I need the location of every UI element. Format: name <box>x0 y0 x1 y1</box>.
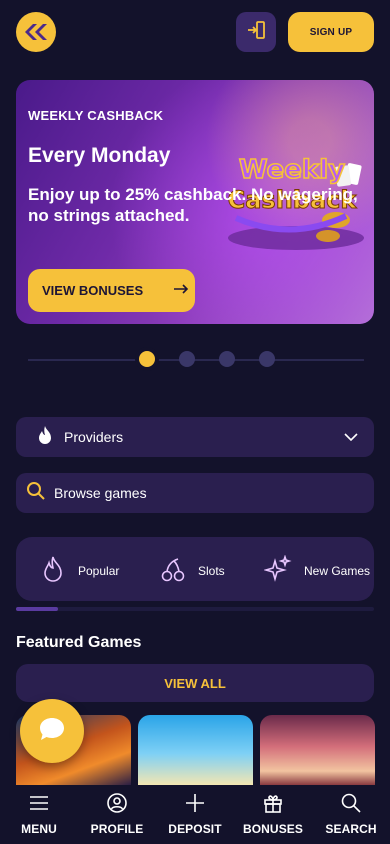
featured-games-title: Featured Games <box>16 634 142 651</box>
providers-label: Providers <box>64 429 124 445</box>
category-strip: Popular Slots New Games <box>16 537 374 601</box>
category-scrollbar-thumb[interactable] <box>16 607 58 611</box>
nav-menu[interactable]: MENU <box>3 793 75 836</box>
category-scrollbar[interactable] <box>16 607 374 611</box>
login-icon <box>245 19 267 46</box>
view-bonuses-label: VIEW BONUSES <box>42 283 144 298</box>
sparkles-icon <box>263 554 292 586</box>
banner-description: Enjoy up to 25% cashback. No wagering, n… <box>28 185 358 225</box>
nav-label: MENU <box>21 822 57 836</box>
category-new-games[interactable]: New Games <box>263 554 371 586</box>
nav-label: DEPOSIT <box>168 822 222 836</box>
flame-icon <box>36 425 54 450</box>
chat-button[interactable] <box>20 699 84 763</box>
category-label: Popular <box>78 563 120 578</box>
banner-tag: WEEKLY CASHBACK <box>28 108 164 123</box>
nav-label: BONUSES <box>242 822 304 836</box>
search-icon <box>26 481 46 506</box>
nav-label: SEARCH <box>325 822 377 836</box>
search-input[interactable]: Browse games <box>54 485 147 501</box>
carousel-dot-1[interactable] <box>139 351 155 367</box>
menu-icon <box>29 793 49 818</box>
category-label: New Games <box>304 563 371 578</box>
signup-button[interactable]: SIGN UP <box>288 12 374 52</box>
bottom-navigation: MENU PROFILE DEPOSIT BONUSES SEARCH <box>0 785 390 844</box>
carousel-track <box>28 359 364 361</box>
carousel-dot-3[interactable] <box>219 351 235 367</box>
category-slots[interactable]: Slots <box>160 555 225 586</box>
browse-games-search[interactable]: Browse games <box>16 473 374 513</box>
banner-title: Every Monday <box>28 144 171 167</box>
nav-bonuses[interactable]: BONUSES <box>237 793 309 836</box>
nav-label: PROFILE <box>90 822 144 836</box>
gift-icon <box>263 793 283 818</box>
category-label: Slots <box>198 563 225 578</box>
nav-profile[interactable]: PROFILE <box>81 793 153 836</box>
login-button[interactable] <box>236 12 276 52</box>
arrow-right-icon <box>173 282 189 300</box>
providers-dropdown[interactable]: Providers <box>16 417 374 457</box>
view-all-button[interactable]: VIEW ALL <box>16 664 374 702</box>
game-tile-3[interactable] <box>260 715 375 785</box>
chat-bubble-icon <box>39 717 65 746</box>
nav-deposit[interactable]: DEPOSIT <box>159 793 231 836</box>
flame-icon <box>40 555 66 586</box>
carousel-dot-4[interactable] <box>259 351 275 367</box>
cherries-icon <box>160 555 186 586</box>
top-header: SIGN UP <box>0 0 390 64</box>
profile-icon <box>107 793 127 818</box>
view-bonuses-button[interactable]: VIEW BONUSES <box>28 269 195 312</box>
search-icon <box>341 793 361 818</box>
brand-logo-icon[interactable] <box>16 12 56 52</box>
plus-icon <box>185 793 205 818</box>
game-tile-2[interactable] <box>138 715 253 785</box>
category-popular[interactable]: Popular <box>40 555 119 586</box>
chevron-down-icon <box>344 428 358 446</box>
carousel-dot-2[interactable] <box>179 351 195 367</box>
promo-banner[interactable]: WEEKLY CASHBACK Every Monday Weekly Cash… <box>16 80 374 324</box>
nav-search[interactable]: SEARCH <box>315 793 387 836</box>
art-text-weekly: Weekly <box>239 155 345 185</box>
